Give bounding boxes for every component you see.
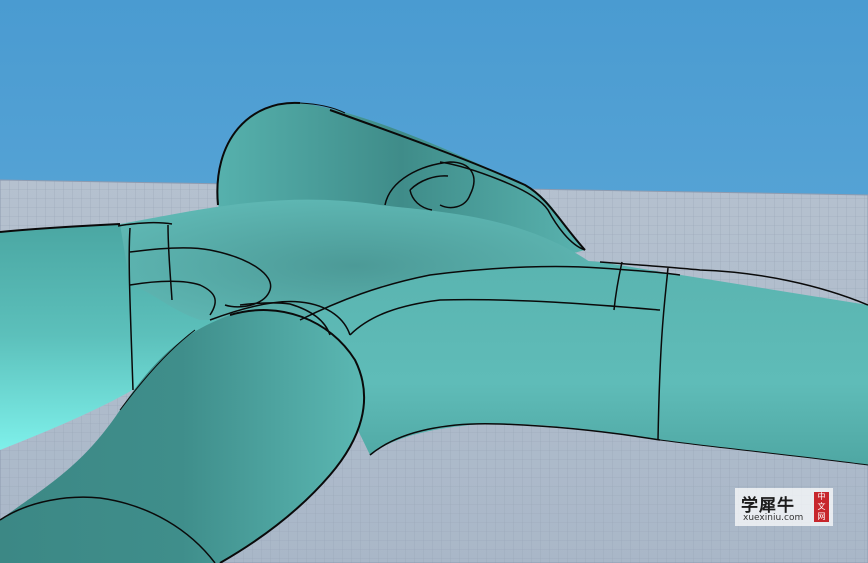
3d-viewport[interactable]: 学犀牛 xuexiniu.com 中文网 xyxy=(0,0,868,563)
watermark-url-text: xuexiniu.com xyxy=(743,513,804,523)
rhino-viewport-scene[interactable] xyxy=(0,0,868,563)
watermark-logo: 学犀牛 xuexiniu.com 中文网 xyxy=(735,488,833,526)
watermark-seal: 中文网 xyxy=(814,492,829,522)
